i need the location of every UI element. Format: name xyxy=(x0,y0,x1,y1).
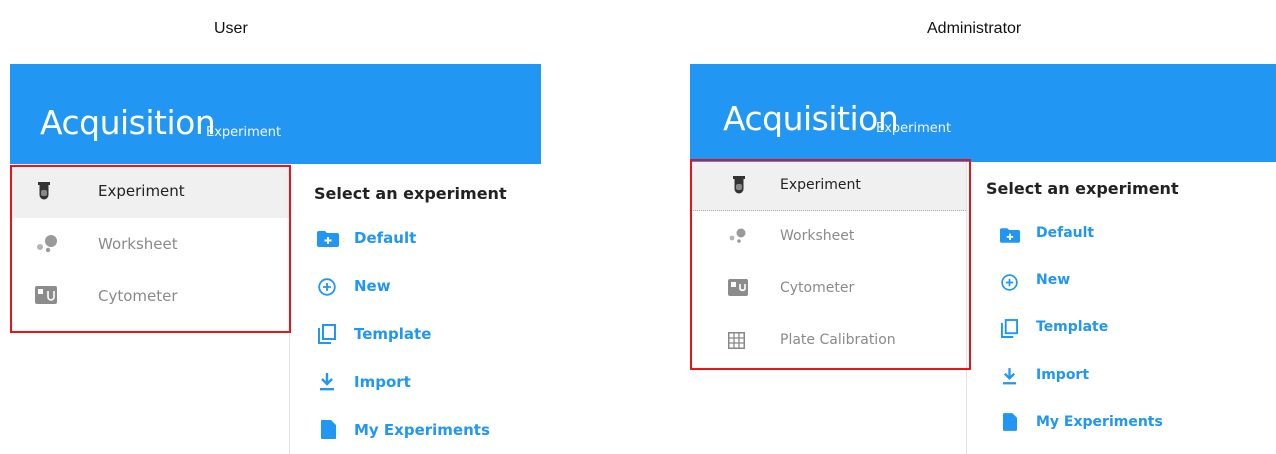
sidebar-item-label: Worksheet xyxy=(98,235,178,253)
cytometer-icon xyxy=(35,286,57,304)
copy-icon xyxy=(318,324,336,344)
action-label: Template xyxy=(354,325,432,343)
sidebar-item-worksheet[interactable]: Worksheet xyxy=(10,218,289,270)
action-label: Template xyxy=(1036,319,1109,335)
app-subtitle: Experiment xyxy=(206,125,282,140)
copy-icon xyxy=(1000,318,1018,338)
download-icon xyxy=(318,373,336,391)
action-label: New xyxy=(1036,272,1071,288)
app-header: Acquisition Experiment xyxy=(690,64,1276,162)
user-caption: User xyxy=(214,20,248,37)
app-header: Acquisition Experiment xyxy=(10,64,541,164)
action-label: Default xyxy=(354,229,417,247)
sidebar-item-label: Cytometer xyxy=(780,280,855,296)
action-label: New xyxy=(354,277,391,295)
default-action[interactable]: Default xyxy=(290,224,541,254)
document-icon xyxy=(1001,413,1019,431)
document-icon xyxy=(319,419,337,439)
content-area: Select an experiment Default New Templat… xyxy=(290,164,541,454)
dots-icon xyxy=(35,234,59,253)
action-label: Default xyxy=(1036,225,1095,241)
administrator-caption: Administrator xyxy=(927,20,1022,37)
template-action[interactable]: Template xyxy=(290,320,541,350)
default-action[interactable]: Default xyxy=(967,220,1276,250)
dots-icon xyxy=(727,226,749,244)
grid-icon xyxy=(727,331,745,349)
admin-panel: Acquisition Experiment Experiment Worksh… xyxy=(690,64,1276,454)
download-icon xyxy=(1000,367,1018,385)
sidebar-item-cytometer[interactable]: Cytometer xyxy=(10,270,289,322)
content-heading: Select an experiment xyxy=(314,184,507,203)
import-action[interactable]: Import xyxy=(967,362,1276,392)
sidebar-item-label: Experiment xyxy=(780,177,861,193)
action-label: Import xyxy=(354,373,411,391)
circle-plus-icon xyxy=(1000,273,1018,291)
action-label: My Experiments xyxy=(1036,414,1163,430)
action-label: My Experiments xyxy=(354,421,490,439)
folder-plus-icon xyxy=(317,230,339,248)
cytometer-icon xyxy=(727,278,749,296)
my-experiments-action[interactable]: My Experiments xyxy=(290,416,541,446)
test-tube-icon xyxy=(730,176,748,194)
user-panel: Acquisition Experiment Experiment Worksh… xyxy=(10,64,541,454)
sidebar-item-label: Cytometer xyxy=(98,287,178,305)
sidebar-item-label: Worksheet xyxy=(780,228,855,244)
test-tube-icon xyxy=(35,182,53,200)
sidebar-item-plate-calibration[interactable]: Plate Calibration xyxy=(690,314,966,366)
sidebar-item-experiment[interactable]: Experiment xyxy=(690,162,966,211)
app-title: Acquisition xyxy=(723,99,899,138)
sidebar-item-cytometer[interactable]: Cytometer xyxy=(690,262,966,314)
sidebar: Experiment Worksheet Cytometer xyxy=(10,164,290,454)
my-experiments-action[interactable]: My Experiments xyxy=(967,409,1276,439)
circle-plus-icon xyxy=(318,278,336,296)
new-action[interactable]: New xyxy=(967,267,1276,297)
app-subtitle: Experiment xyxy=(876,121,952,136)
content-area: Select an experiment Default New Templat… xyxy=(967,162,1276,454)
app-title: Acquisition xyxy=(40,103,216,142)
import-action[interactable]: Import xyxy=(290,368,541,398)
sidebar-item-label: Experiment xyxy=(98,182,185,200)
action-label: Import xyxy=(1036,367,1090,383)
sidebar-item-label: Plate Calibration xyxy=(780,332,896,348)
sidebar-item-worksheet[interactable]: Worksheet xyxy=(690,211,966,262)
template-action[interactable]: Template xyxy=(967,314,1276,344)
new-action[interactable]: New xyxy=(290,272,541,302)
folder-plus-icon xyxy=(999,226,1021,244)
content-heading: Select an experiment xyxy=(986,179,1179,198)
sidebar: Experiment Worksheet Cytometer Plate Cal… xyxy=(690,162,967,454)
sidebar-item-experiment[interactable]: Experiment xyxy=(10,164,289,218)
